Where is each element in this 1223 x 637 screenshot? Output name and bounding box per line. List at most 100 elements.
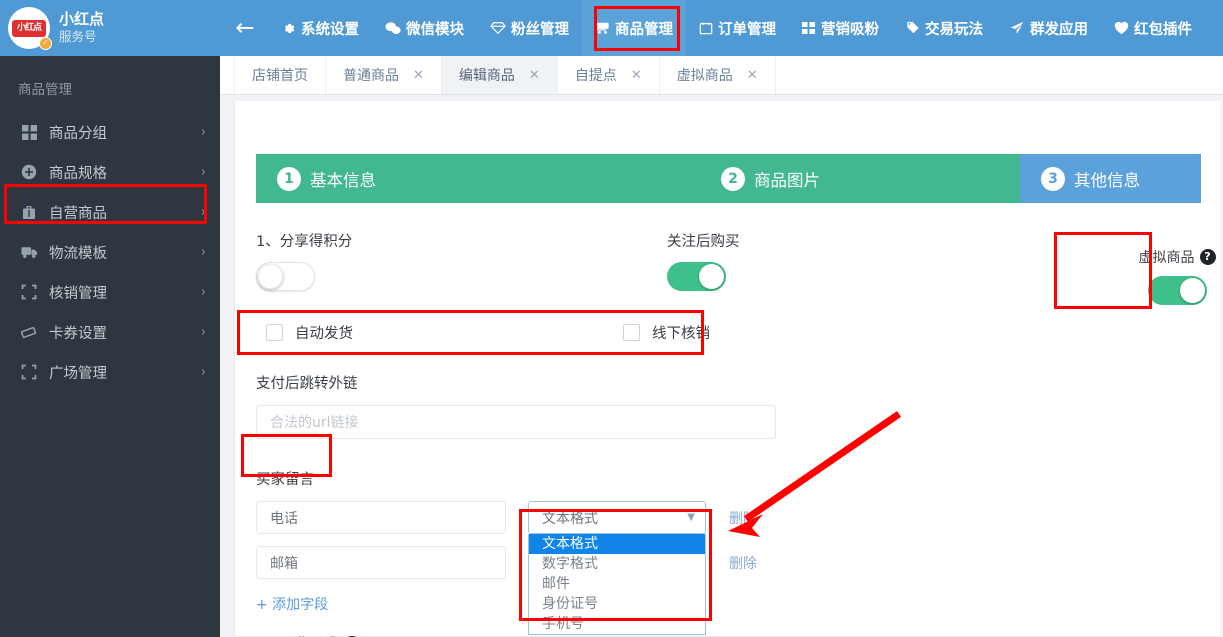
auto-delivery-checkbox[interactable] (266, 323, 283, 341)
chevron-right-icon: › (200, 364, 206, 380)
step-basic-info[interactable]: 1 基本信息 (256, 154, 700, 203)
toggle-labels-row: 1、分享得积分 关注后购买 (256, 230, 1201, 252)
buyer-message-label: 买家留言 (256, 472, 314, 488)
field-name-input-1[interactable]: 电话 (256, 501, 506, 534)
toggle-knob (1179, 278, 1205, 303)
top-nav-items: 系统设置 微信模块 粉丝管理 商品管理 订单管理 营销吸粉 交易玩法 群发应用 … (268, 0, 1205, 56)
heart-icon (1114, 21, 1129, 35)
tab-label: 普通商品 (343, 68, 399, 84)
sidebar-title: 商品管理 (18, 82, 72, 98)
sidebar-item-label: 卡券设置 (49, 325, 107, 342)
follow-to-buy-toggle[interactable] (667, 261, 726, 291)
close-icon[interactable]: ✕ (631, 68, 642, 83)
sidebar-item-square-management[interactable]: 广场管理 › (0, 352, 220, 392)
delete-field-link-2[interactable]: 删除 (729, 553, 757, 573)
step-indicator: 1 基本信息 2 商品图片 3 其他信息 (256, 154, 1201, 203)
grid-squares-icon (18, 124, 40, 140)
close-icon[interactable]: ✕ (529, 68, 540, 83)
tab-normal-goods[interactable]: 普通商品 ✕ (326, 56, 442, 94)
virtual-goods-label: 虚拟商品 (1138, 250, 1195, 266)
sidebar-item-label: 物流模板 (49, 245, 107, 262)
sidebar-item-product-group[interactable]: 商品分组 › (0, 112, 220, 152)
back-arrow-icon[interactable]: ← (222, 15, 268, 41)
step-label: 基本信息 (310, 170, 376, 190)
tab-label: 店铺首页 (252, 68, 308, 84)
expand-arrows-icon (18, 364, 40, 380)
nav-item-red-packet-plugin[interactable]: 红包插件 (1101, 0, 1205, 56)
field-format-select-wrap-1: 文本格式 ▼ 文本格式 数字格式 邮件 身份证号 手机号 (528, 501, 706, 635)
sidebar-item-verification-management[interactable]: 核销管理 › (0, 272, 220, 312)
cart-icon (595, 21, 610, 35)
tab-shop-home[interactable]: 店铺首页 (234, 56, 326, 94)
dropdown-option-text-format[interactable]: 文本格式 (529, 534, 705, 554)
nav-item-product-management[interactable]: 商品管理 (582, 0, 686, 56)
share-points-toggle[interactable] (256, 261, 315, 291)
nav-item-marketing[interactable]: 营销吸粉 (789, 0, 892, 56)
field-format-select-1[interactable]: 文本格式 ▼ (528, 501, 706, 534)
chevron-right-icon: › (200, 124, 206, 140)
toggle-knob (699, 263, 724, 289)
close-icon[interactable]: ✕ (413, 68, 424, 83)
tab-virtual-goods[interactable]: 虚拟商品 ✕ (660, 56, 776, 94)
buyer-field-row-1: 电话 文本格式 ▼ 文本格式 数字格式 邮件 身份证号 手机号 删除 (256, 501, 1201, 635)
nav-item-system-settings[interactable]: 系统设置 (268, 0, 372, 56)
sidebar-item-label: 核销管理 (49, 285, 107, 302)
offline-verify-checkbox[interactable] (623, 323, 640, 341)
brand-text: 小红点 服务号 (59, 10, 104, 45)
form-area: 1、分享得积分 关注后购买 虚拟商品 ? 自动发货 线下核销 支付后跳转外链 合… (235, 230, 1222, 637)
sidebar-item-label: 商品分组 (49, 125, 107, 142)
sidebar-item-card-coupon-settings[interactable]: 卡券设置 › (0, 312, 220, 352)
sidebar-item-logistics-template[interactable]: 物流模板 › (0, 232, 220, 272)
offline-verify-checkbox-item[interactable]: 线下核销 (623, 322, 710, 343)
chevron-right-icon: › (200, 164, 206, 180)
delete-field-link-1[interactable]: 删除 (729, 508, 757, 528)
nav-item-label: 微信模块 (406, 21, 464, 38)
auto-delivery-checkbox-item[interactable]: 自动发货 (266, 322, 623, 343)
redirect-url-input[interactable]: 合法的url链接 (256, 405, 776, 439)
shipping-form-label: 2、运费形式 (256, 633, 338, 637)
question-mark-icon[interactable]: ? (1199, 249, 1216, 265)
calendar-icon (699, 21, 713, 35)
toggles-row (256, 261, 1201, 295)
share-points-toggle-wrap (256, 261, 667, 295)
step-product-images[interactable]: 2 商品图片 (700, 154, 1020, 203)
sidebar-item-label: 自营商品 (49, 205, 107, 222)
step-number: 2 (721, 166, 745, 191)
tab-edit-goods[interactable]: 编辑商品 ✕ (441, 56, 558, 94)
dropdown-option-mobile-number[interactable]: 手机号 (529, 614, 705, 634)
follow-to-buy-toggle-wrap (667, 261, 1035, 295)
step-label: 其他信息 (1074, 170, 1140, 190)
nav-item-order-management[interactable]: 订单管理 (686, 0, 789, 56)
add-field-link[interactable]: + 添加字段 (256, 594, 1201, 614)
shipping-form-label-row: 2、运费形式 ? (256, 633, 1201, 637)
sidebar-item-self-operated-goods[interactable]: 自营商品 › (0, 192, 220, 232)
close-icon[interactable]: ✕ (747, 68, 758, 83)
field-format-dropdown: 文本格式 数字格式 邮件 身份证号 手机号 (528, 534, 706, 635)
nav-item-label: 订单管理 (718, 21, 776, 38)
dropdown-option-id-number[interactable]: 身份证号 (529, 594, 705, 614)
tab-pickup-point[interactable]: 自提点 ✕ (558, 56, 660, 94)
share-points-label: 1、分享得积分 (256, 234, 353, 250)
chevron-right-icon: › (200, 324, 206, 340)
gear-icon (281, 21, 296, 36)
brand-logo: 小红点 ✓ (8, 7, 52, 50)
nav-item-fans-management[interactable]: 粉丝管理 (477, 0, 582, 56)
sidebar-item-product-spec[interactable]: 商品规格 › (0, 152, 220, 192)
tab-label: 虚拟商品 (676, 68, 733, 84)
grid-icon (802, 21, 816, 35)
step-other-info[interactable]: 3 其他信息 (1020, 154, 1201, 203)
chevron-right-icon: › (200, 244, 206, 260)
nav-item-wechat-module[interactable]: 微信模块 (372, 0, 477, 56)
nav-item-mass-send-app[interactable]: 群发应用 (996, 0, 1101, 56)
virtual-goods-group: 虚拟商品 ? (1125, 236, 1223, 316)
ticket-icon (18, 325, 40, 340)
dropdown-option-email[interactable]: 邮件 (529, 574, 705, 594)
nav-item-trade-rules[interactable]: 交易玩法 (892, 0, 996, 56)
plus-circle-icon (18, 164, 40, 180)
dropdown-option-number-format[interactable]: 数字格式 (529, 554, 705, 574)
field-name-input-2[interactable]: 邮箱 (256, 546, 506, 579)
virtual-goods-toggle[interactable] (1147, 276, 1207, 305)
offline-verify-label: 线下核销 (652, 325, 710, 342)
chevron-right-icon: › (200, 284, 206, 300)
scan-frame-icon (18, 284, 40, 300)
